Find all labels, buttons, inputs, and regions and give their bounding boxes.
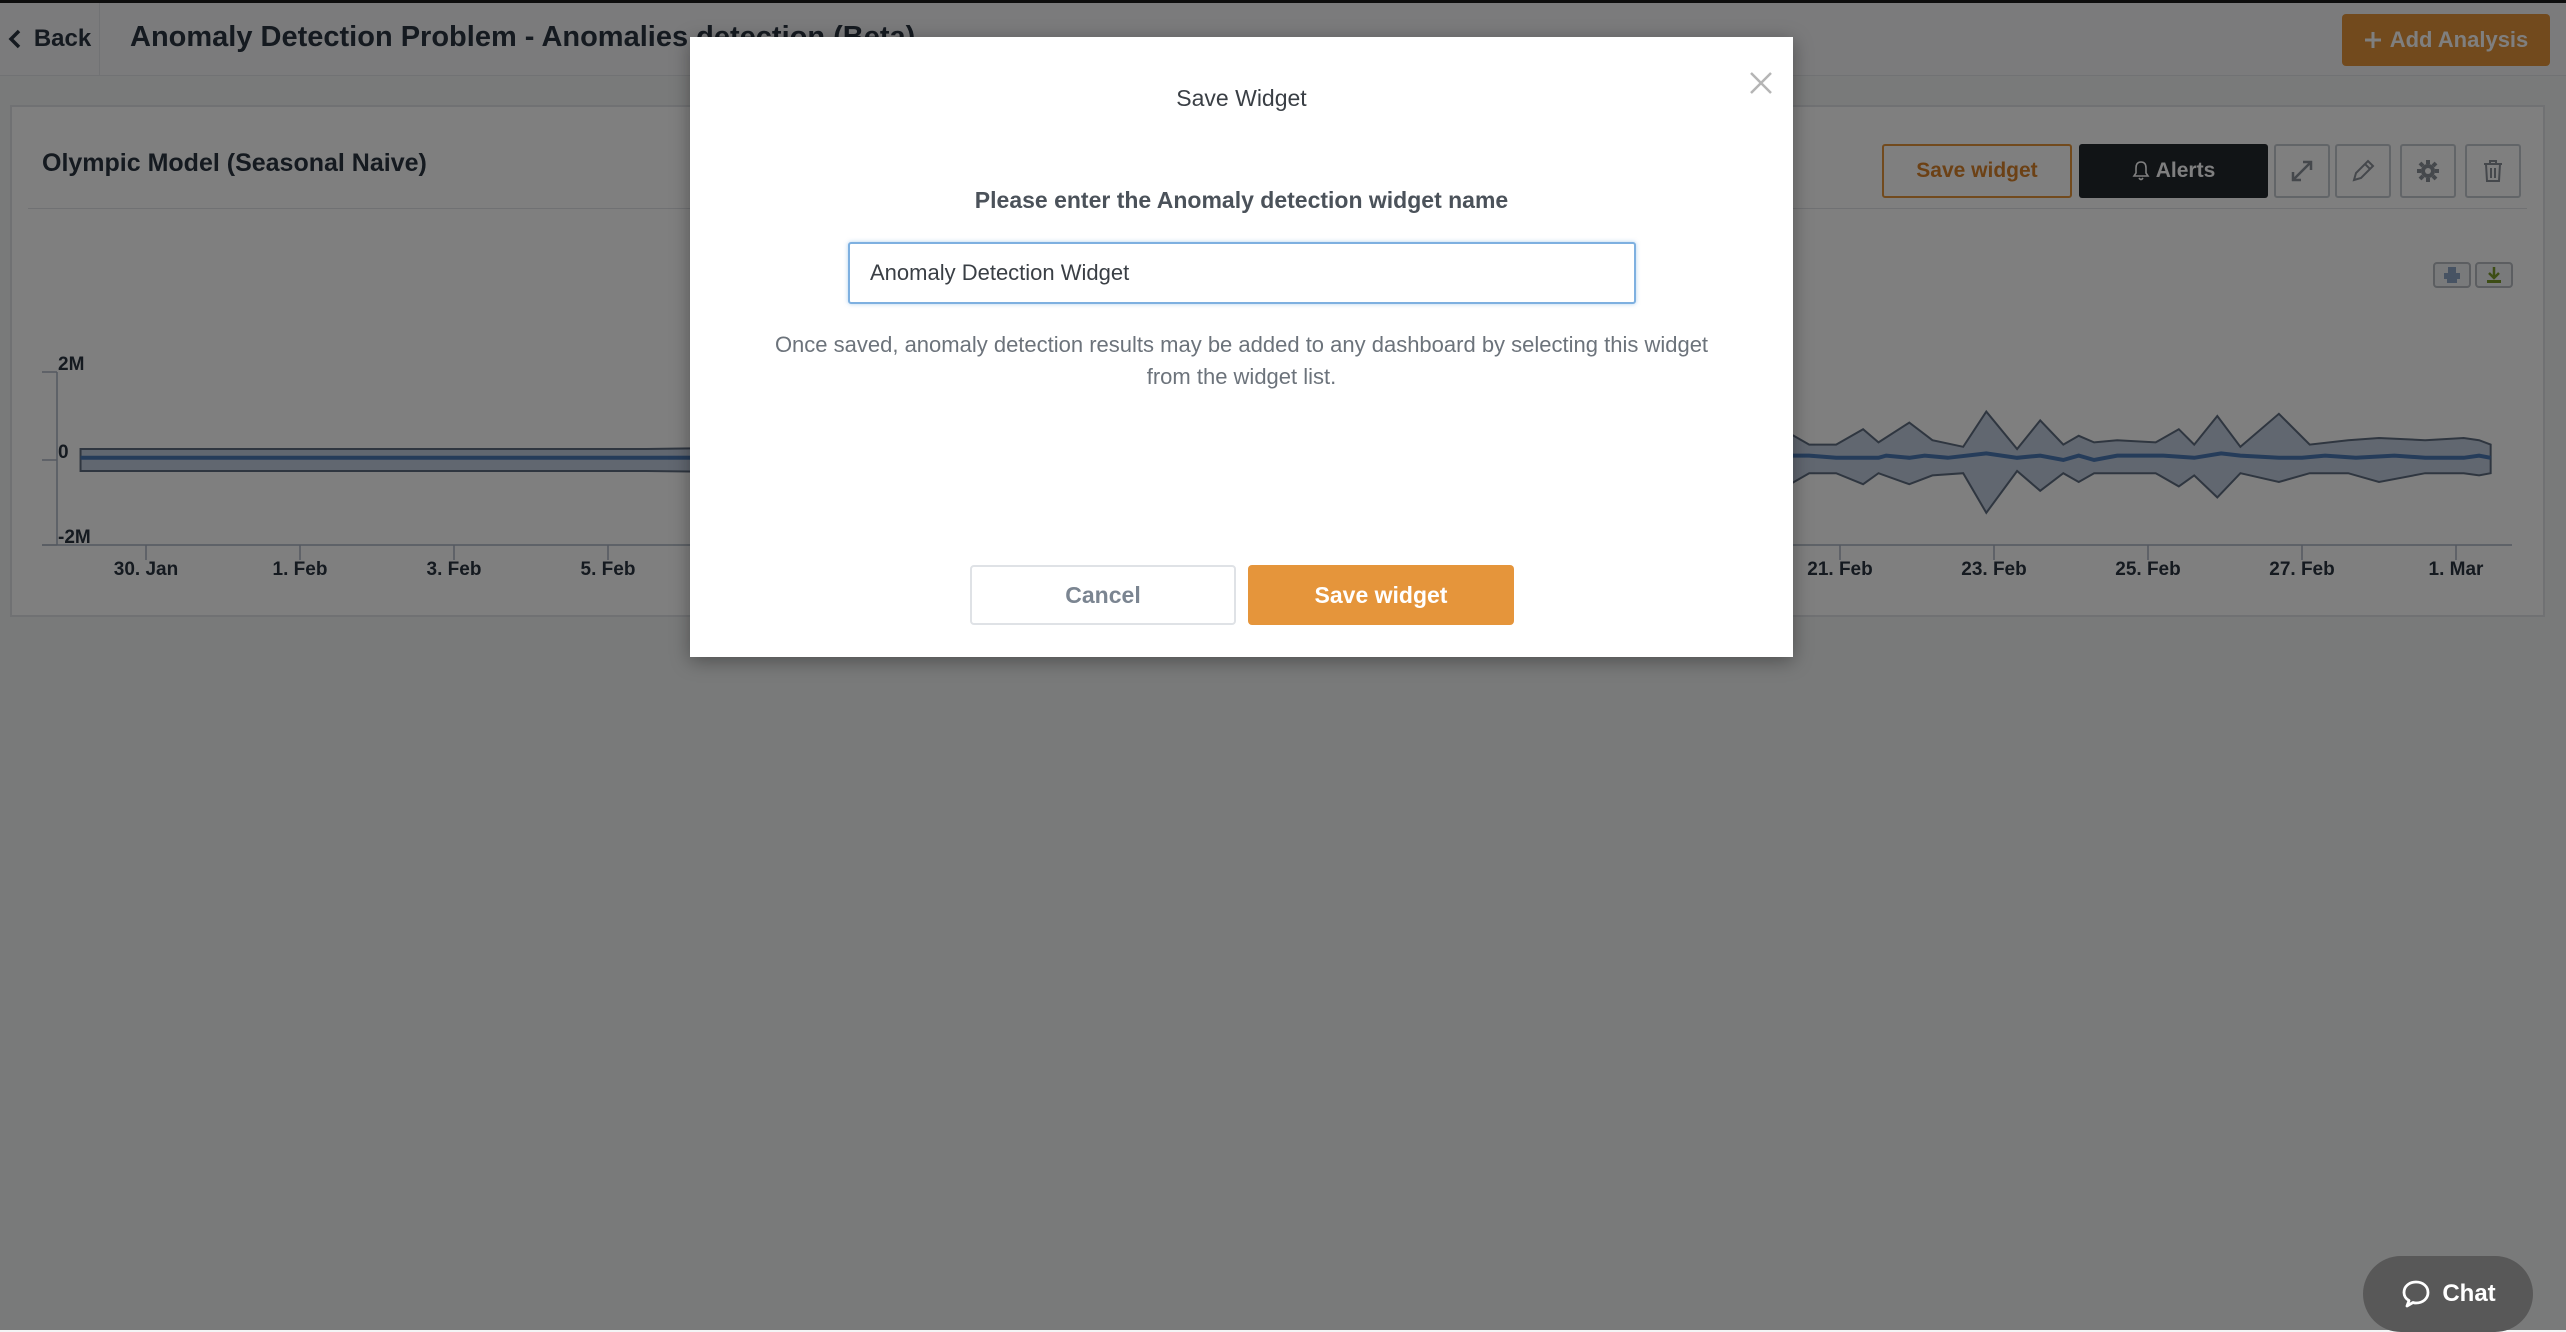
chat-button[interactable]: Chat bbox=[2363, 1256, 2533, 1332]
widget-name-input[interactable] bbox=[848, 242, 1636, 304]
cancel-button[interactable]: Cancel bbox=[970, 565, 1236, 625]
chat-label: Chat bbox=[2442, 1280, 2496, 1307]
save-widget-dialog: Save Widget Please enter the Anomaly det… bbox=[690, 37, 1793, 657]
chat-bubble-icon bbox=[2402, 1280, 2430, 1308]
dialog-prompt: Please enter the Anomaly detection widge… bbox=[974, 187, 1509, 213]
save-widget-confirm-button[interactable]: Save widget bbox=[1248, 565, 1514, 625]
dialog-title: Save Widget bbox=[1176, 85, 1307, 111]
dialog-help-text: Once saved, anomaly detection results ma… bbox=[774, 332, 1709, 389]
close-icon[interactable] bbox=[1748, 70, 1774, 96]
